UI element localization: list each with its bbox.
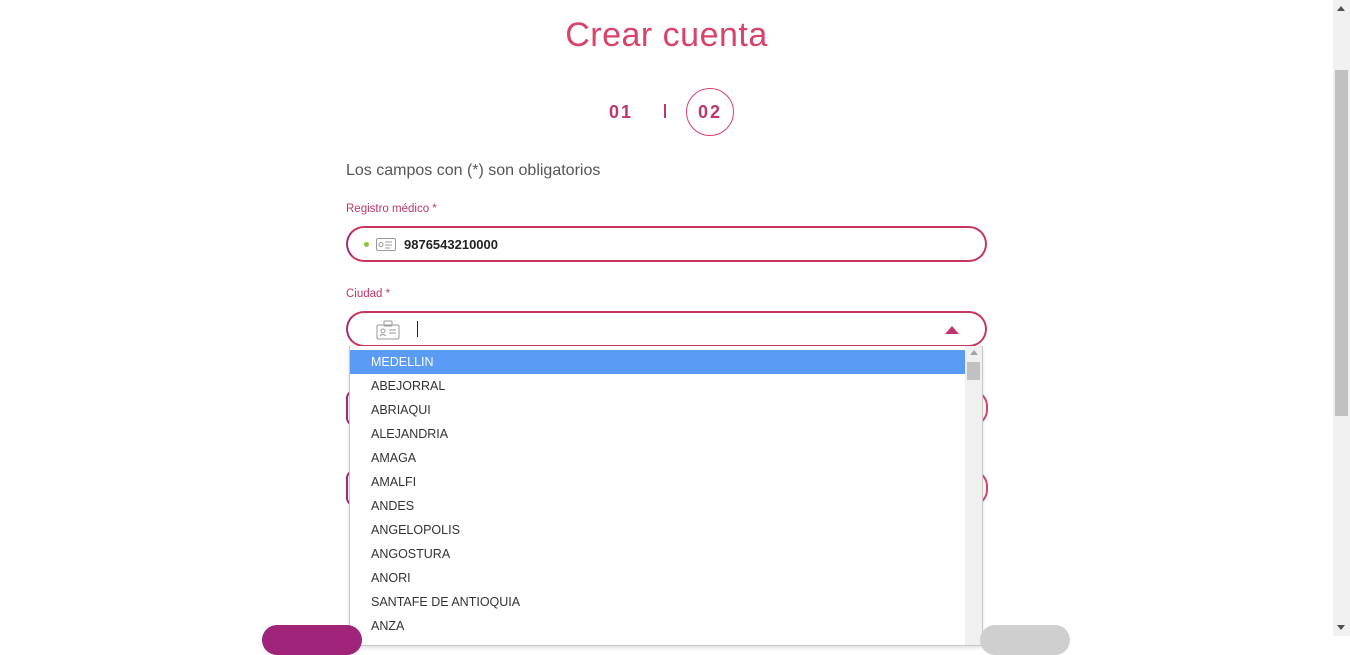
dropdown-option[interactable]: AMALFI xyxy=(350,470,967,494)
dropdown-option[interactable]: ANDES xyxy=(350,494,967,518)
scroll-down-icon[interactable] xyxy=(1337,625,1345,630)
step-1[interactable]: 01 xyxy=(604,102,638,123)
dropdown-option[interactable]: SANTAFE DE ANTIOQUIA xyxy=(350,590,967,614)
city-card-icon xyxy=(376,320,400,345)
dropdown-option[interactable]: AMAGA xyxy=(350,446,967,470)
dropdown-scrollbar[interactable] xyxy=(965,346,982,645)
dropdown-option[interactable]: ANORI xyxy=(350,566,967,590)
next-button[interactable] xyxy=(980,625,1070,655)
dropdown-option[interactable]: ANGOSTURA xyxy=(350,542,967,566)
ciudad-select[interactable] xyxy=(346,311,987,347)
status-dot xyxy=(364,242,369,247)
dropdown-option[interactable]: ANZA xyxy=(350,614,967,638)
dropdown-options: MEDELLIN ABEJORRAL ABRIAQUI ALEJANDRIA A… xyxy=(350,350,967,638)
dropdown-option[interactable]: MEDELLIN xyxy=(350,350,967,374)
registro-value: 9876543210000 xyxy=(404,237,498,252)
dropdown-option[interactable]: ABRIAQUI xyxy=(350,398,967,422)
page-title: Crear cuenta xyxy=(565,16,768,54)
step-indicator: 01 02 xyxy=(0,88,1333,136)
dropdown-option[interactable]: ANGELOPOLIS xyxy=(350,518,967,542)
text-cursor xyxy=(417,321,418,337)
chevron-up-icon[interactable] xyxy=(945,326,959,334)
dropdown-scroll-thumb[interactable] xyxy=(967,362,980,380)
scroll-up-icon[interactable] xyxy=(1337,6,1345,11)
registro-medico-field[interactable]: 9876543210000 xyxy=(346,226,987,262)
dropdown-option[interactable]: ALEJANDRIA xyxy=(350,422,967,446)
ciudad-label: Ciudad * xyxy=(346,288,391,300)
page-scrollbar[interactable] xyxy=(1333,0,1350,636)
id-card-icon xyxy=(376,238,396,256)
back-button[interactable] xyxy=(262,625,362,655)
scroll-up-icon[interactable] xyxy=(970,350,978,355)
page-scroll-thumb[interactable] xyxy=(1335,70,1348,416)
dropdown-option[interactable]: ABEJORRAL xyxy=(350,374,967,398)
step-2-active[interactable]: 02 xyxy=(686,88,734,136)
step-separator xyxy=(664,104,666,118)
ciudad-dropdown[interactable]: MEDELLIN ABEJORRAL ABRIAQUI ALEJANDRIA A… xyxy=(349,346,983,646)
registro-label: Registro médico * xyxy=(346,203,437,215)
required-fields-note: Los campos con (*) son obligatorios xyxy=(346,162,601,179)
